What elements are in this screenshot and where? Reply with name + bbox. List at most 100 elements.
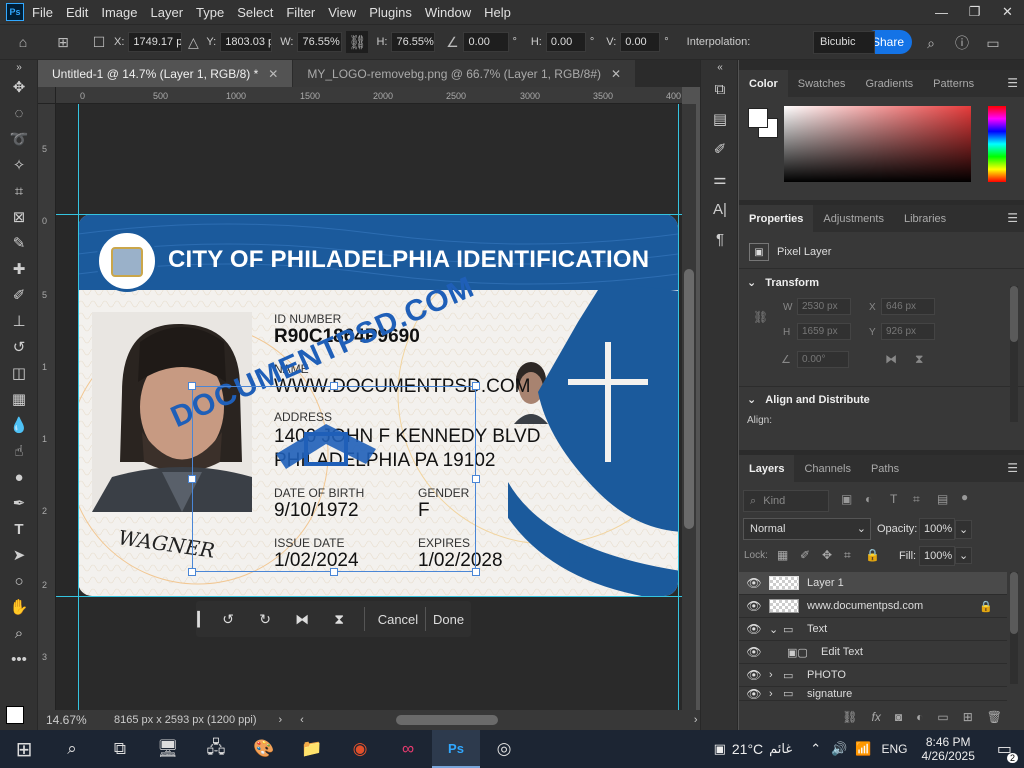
layer-name[interactable]: Layer 1: [807, 577, 844, 589]
path-selection-icon[interactable]: ➤: [0, 542, 38, 568]
search-icon[interactable]: ⌕: [48, 730, 96, 768]
transform-handle[interactable]: [472, 568, 480, 576]
flip-vertical-icon[interactable]: ⧗: [321, 601, 358, 637]
transform-handle[interactable]: [330, 568, 338, 576]
shape-tool-icon[interactable]: ○: [0, 568, 38, 594]
h-field[interactable]: 76.55%: [391, 32, 436, 52]
photoshop-taskbar-icon[interactable]: Ps: [432, 730, 480, 768]
remote-desktop-icon[interactable]: 🖧: [192, 730, 240, 768]
hue-slider[interactable]: [988, 106, 1006, 182]
filter-type-icon[interactable]: T: [890, 492, 897, 506]
close-window-button[interactable]: ✕: [991, 0, 1024, 24]
pen-tool-icon[interactable]: ✒: [0, 490, 38, 516]
transform-handle[interactable]: [188, 475, 196, 483]
notifications-icon[interactable]: ▭ 2: [997, 739, 1018, 763]
tab-untitled-1[interactable]: Untitled-1 @ 14.7% (Layer 1, RGB/8) * ✕: [38, 60, 293, 87]
tab-color[interactable]: Color: [739, 70, 788, 97]
weather-text[interactable]: غائم: [769, 741, 792, 757]
layer-row[interactable]: 👁 www.documentpsd.com 🔒: [739, 595, 1007, 618]
history-brush-icon[interactable]: ↺: [0, 334, 38, 360]
layer-row[interactable]: 👁 › ▭ signature: [739, 687, 1007, 701]
menu-select[interactable]: Select: [237, 5, 281, 20]
tab-paths[interactable]: Paths: [861, 455, 909, 482]
transform-handle[interactable]: [188, 382, 196, 390]
collapse-icon[interactable]: »: [0, 60, 38, 74]
chevron-down-icon[interactable]: ⌄: [747, 277, 756, 289]
menu-type[interactable]: Type: [196, 5, 232, 20]
guide-line[interactable]: [78, 104, 79, 710]
x-field[interactable]: 1749.17 p: [128, 32, 183, 52]
guide-line[interactable]: [678, 104, 679, 710]
blend-mode-select[interactable]: Normal ⌄: [743, 518, 871, 540]
gradient-tool-icon[interactable]: ▦: [0, 386, 38, 412]
magic-wand-tool-icon[interactable]: ✧: [0, 152, 38, 178]
link-icon[interactable]: ⛓: [346, 31, 369, 53]
y-field[interactable]: 1803.03 p: [220, 32, 273, 52]
guide-line[interactable]: [56, 596, 682, 597]
dodge-tool-icon[interactable]: ●: [0, 464, 38, 490]
new-layer-icon[interactable]: ⊞: [963, 710, 973, 724]
new-group-icon[interactable]: ▭: [937, 710, 948, 724]
foreground-color-swatch[interactable]: [6, 706, 24, 724]
tab-properties[interactable]: Properties: [739, 205, 814, 232]
menu-layer[interactable]: Layer: [151, 5, 192, 20]
network-icon[interactable]: 📶: [855, 741, 871, 757]
blur-tool-icon[interactable]: 💧: [0, 412, 38, 438]
transform-bounding-box[interactable]: [188, 382, 480, 576]
brush-settings-icon[interactable]: ✐: [701, 134, 739, 164]
chevron-down-icon[interactable]: ⌄: [769, 623, 783, 636]
foreground-color-swatch[interactable]: [748, 108, 768, 128]
filter-shape-icon[interactable]: ⌗: [913, 492, 920, 507]
marquee-tool-icon[interactable]: ◌: [0, 100, 38, 126]
tab-libraries[interactable]: Libraries: [894, 205, 956, 232]
checkbox-icon[interactable]: ☐: [88, 31, 110, 53]
lock-all-icon[interactable]: 🔒: [865, 548, 880, 562]
lock-position-icon[interactable]: ✥: [822, 548, 832, 562]
zoom-level[interactable]: 14.67%: [46, 713, 106, 727]
scroll-left-icon[interactable]: ‹: [300, 714, 304, 726]
vertical-scrollbar[interactable]: [682, 104, 696, 710]
layer-row[interactable]: 👁 ⌄ ▭ Text: [739, 618, 1007, 641]
layer-name[interactable]: Edit Text: [821, 646, 863, 658]
restore-button[interactable]: ❐: [958, 0, 991, 24]
chevron-up-icon[interactable]: ⌃: [810, 741, 821, 757]
windows-start-icon[interactable]: ⊞: [0, 730, 48, 768]
hskew-field[interactable]: 0.00: [545, 32, 586, 52]
zoom-tool-icon[interactable]: ⌕: [0, 620, 38, 646]
paint-app-icon[interactable]: 🎨: [240, 730, 288, 768]
visibility-eye-icon[interactable]: 👁: [739, 645, 769, 659]
filter-toggle-icon[interactable]: ●: [961, 490, 968, 504]
link-layers-icon[interactable]: ⛓: [842, 710, 857, 724]
horizontal-ruler[interactable]: 0 500 1000 1500 2000 2500 3000 3500 400: [56, 87, 682, 104]
menu-window[interactable]: Window: [425, 5, 479, 20]
transform-section-title[interactable]: Transform: [765, 277, 819, 289]
media-player-icon[interactable]: ◉: [336, 730, 384, 768]
layer-name[interactable]: signature: [807, 688, 852, 700]
chevron-right-icon[interactable]: ›: [279, 714, 283, 726]
lock-artboard-icon[interactable]: ⌗: [844, 548, 851, 563]
scroll-thumb[interactable]: [395, 715, 498, 725]
crop-tool-icon[interactable]: ⌗: [0, 178, 38, 204]
rotate-right-icon[interactable]: ↻: [247, 601, 284, 637]
eraser-tool-icon[interactable]: ◫: [0, 360, 38, 386]
panel-menu-icon[interactable]: ☰: [1007, 211, 1018, 225]
chevron-down-icon[interactable]: ⌄: [955, 520, 973, 539]
interpolation-select[interactable]: Bicubic: [813, 31, 875, 54]
creative-cloud-icon[interactable]: ∞: [384, 730, 432, 768]
tab-patterns[interactable]: Patterns: [923, 70, 984, 97]
workspace-icon[interactable]: ▭: [982, 32, 1004, 54]
layers-scrollbar[interactable]: [1010, 572, 1018, 684]
layer-name[interactable]: Text: [807, 623, 827, 635]
menu-view[interactable]: View: [328, 5, 364, 20]
layer-row[interactable]: 👁 Layer 1: [739, 572, 1007, 595]
x-field[interactable]: 646 px: [881, 298, 935, 315]
transform-handle[interactable]: [472, 475, 480, 483]
character-icon[interactable]: A|: [701, 194, 739, 224]
visibility-eye-icon[interactable]: 👁: [739, 687, 769, 700]
eyedropper-tool-icon[interactable]: ✎: [0, 230, 38, 256]
flip-vertical-icon[interactable]: ⧗: [915, 352, 923, 367]
scroll-thumb[interactable]: [684, 269, 694, 529]
hand-tool-icon[interactable]: ✋: [0, 594, 38, 620]
task-view-icon[interactable]: ⧉: [96, 730, 144, 768]
minimize-button[interactable]: —: [925, 0, 958, 24]
